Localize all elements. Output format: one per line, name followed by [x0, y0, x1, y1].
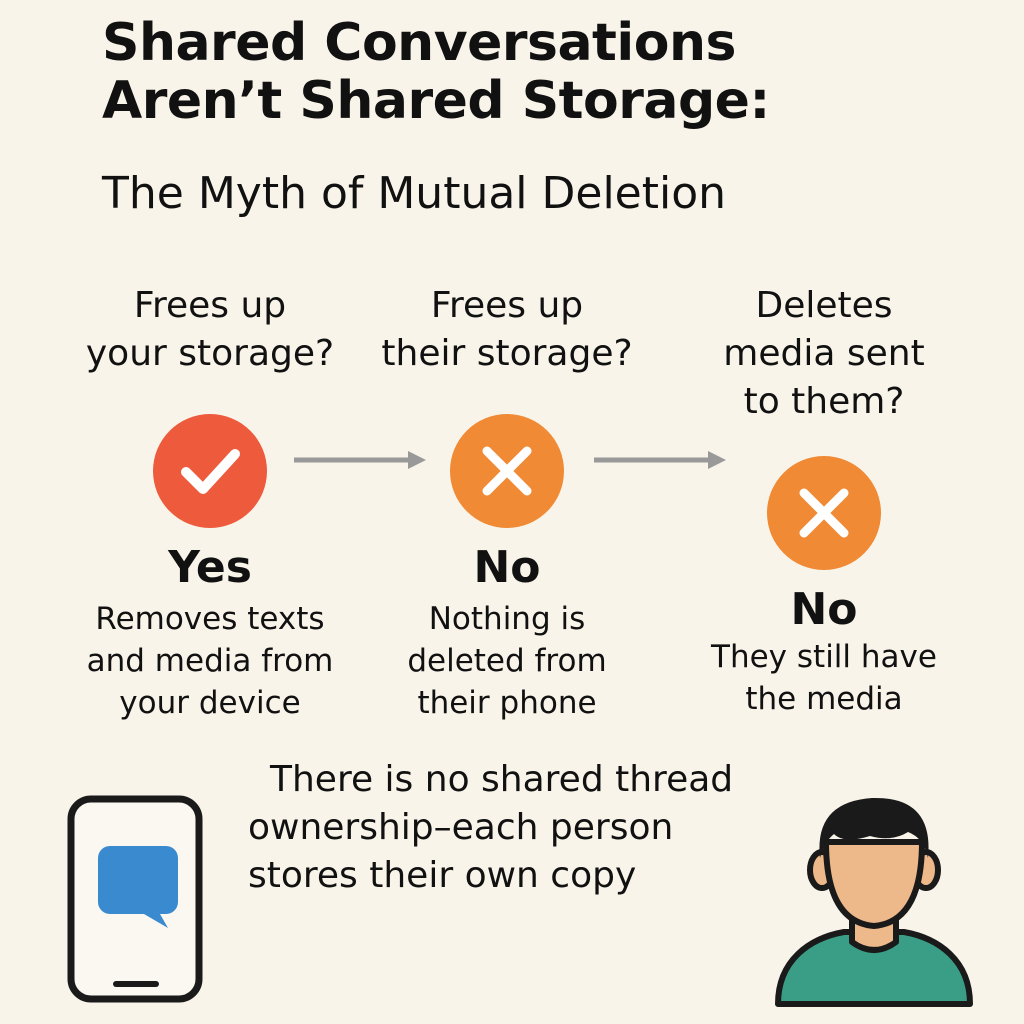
desc-line-3: their phone: [417, 685, 597, 721]
description: They still have the media: [674, 636, 974, 720]
question: Frees up your storage?: [60, 282, 360, 378]
question-line-2: their storage?: [381, 333, 633, 374]
x-icon: [799, 488, 849, 538]
title-line-1: Shared Conversations: [102, 13, 736, 73]
question-line-1: Frees up: [133, 285, 287, 326]
description: Removes texts and media from your device: [60, 598, 360, 724]
answer: No: [473, 542, 541, 593]
desc-line-1: They still have: [711, 639, 937, 675]
x-icon: [482, 446, 532, 496]
column-their-storage: Frees up their storage? No Nothing is de…: [357, 282, 657, 724]
question-line-2: your storage?: [85, 333, 335, 374]
desc-line-2: and media from: [86, 643, 334, 679]
page-subtitle: The Myth of Mutual Deletion: [102, 168, 727, 219]
check-badge: [153, 414, 267, 528]
column-your-storage: Frees up your storage? Yes Removes texts…: [60, 282, 360, 724]
note-line-1: There is no shared thread: [270, 759, 734, 800]
note-line-3: stores their own copy: [248, 855, 637, 896]
description: Nothing is deleted from their phone: [357, 598, 657, 724]
ownership-note: There is no shared thread ownership–each…: [248, 756, 808, 900]
title-line-2: Aren’t Shared Storage:: [102, 71, 770, 131]
question-line-1: Frees up: [430, 285, 584, 326]
desc-line-2: the media: [745, 681, 903, 717]
column-media-sent: Deletes media sent to them? No They stil…: [674, 282, 974, 720]
question-line-2: media sent: [723, 333, 925, 374]
desc-line-1: Nothing is: [428, 601, 586, 637]
note-line-2: ownership–each person: [248, 807, 674, 848]
answer: No: [790, 584, 858, 635]
question-line-3: to them?: [743, 381, 905, 422]
page-title: Shared Conversations Aren’t Shared Stora…: [102, 14, 982, 130]
x-badge: [450, 414, 564, 528]
person-icon: [775, 797, 973, 1007]
answer: Yes: [168, 542, 252, 593]
phone-icon: [67, 795, 203, 1003]
desc-line-3: your device: [119, 685, 301, 721]
x-badge: [767, 456, 881, 570]
desc-line-1: Removes texts: [95, 601, 325, 637]
question-line-1: Deletes: [755, 285, 893, 326]
desc-line-2: deleted from: [407, 643, 607, 679]
check-icon: [181, 449, 240, 494]
question: Deletes media sent to them?: [674, 282, 974, 426]
question: Frees up their storage?: [357, 282, 657, 378]
